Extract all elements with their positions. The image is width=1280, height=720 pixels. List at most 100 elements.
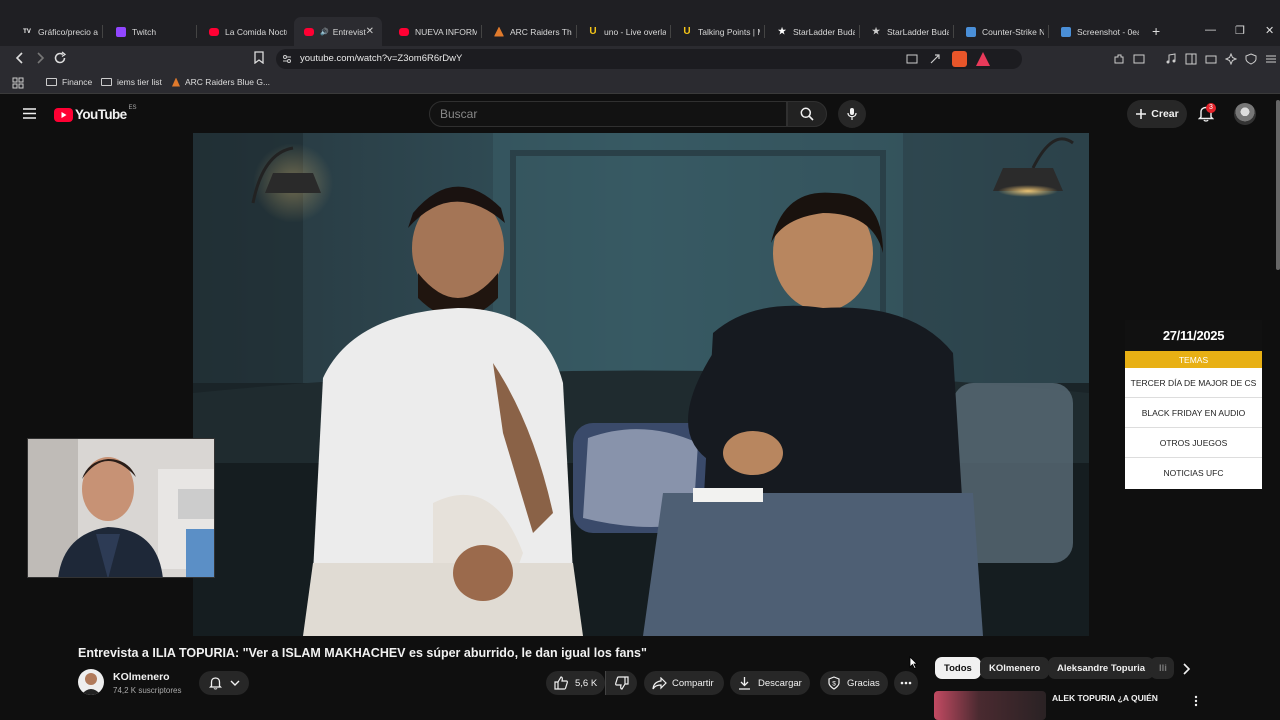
- chips-next-button[interactable]: [1178, 661, 1194, 682]
- create-button[interactable]: Crear: [1127, 100, 1187, 128]
- bookmark-arc-raiders[interactable]: ARC Raiders Blue G...: [172, 77, 270, 87]
- search-button[interactable]: [787, 101, 827, 127]
- bookmark-icon: [254, 51, 264, 65]
- starladder-icon: ★: [777, 26, 787, 36]
- bookmark-label: iems tier list: [117, 77, 162, 87]
- account-avatar[interactable]: [1234, 103, 1256, 125]
- chip-todos[interactable]: Todos: [935, 657, 981, 679]
- tab-audio-icon[interactable]: 🔊: [320, 28, 329, 36]
- browser-tab[interactable]: ★ StarLadder Budap: [861, 17, 949, 46]
- notifications-button[interactable]: 3: [1197, 103, 1216, 127]
- sidebar-icon[interactable]: [1185, 53, 1197, 65]
- chevron-down-icon: [230, 680, 239, 686]
- tab-title: Screenshot - 0ea: [1077, 26, 1139, 37]
- minimize-button[interactable]: —: [1205, 24, 1216, 36]
- address-bar-row: youtube.com/watch?v=Z3om6R6rDwY: [0, 46, 1280, 72]
- bookmark-iems-tier-list[interactable]: iems tier list: [101, 77, 162, 87]
- url-field[interactable]: youtube.com/watch?v=Z3om6R6rDwY: [276, 49, 1022, 69]
- like-count: 5,6 K: [575, 677, 598, 689]
- bookmark-label: ARC Raiders Blue G...: [185, 77, 271, 87]
- tradingview-icon: TV: [23, 28, 31, 35]
- starladder-icon: ★: [871, 26, 881, 36]
- share-page-icon[interactable]: [929, 53, 941, 65]
- tab-separator: [1048, 25, 1049, 38]
- thanks-button[interactable]: $ Gracias: [820, 671, 888, 695]
- chip-ili[interactable]: Ili: [1150, 657, 1174, 679]
- tab-separator: [953, 25, 954, 38]
- topic-item: NOTICIAS UFC: [1163, 468, 1224, 478]
- forward-button[interactable]: [34, 51, 46, 68]
- brave-rewards-icon[interactable]: [976, 52, 990, 66]
- chip-aleksandre-topuria[interactable]: Aleksandre Topuria: [1048, 657, 1154, 679]
- apps-grid-icon[interactable]: [12, 77, 24, 89]
- browser-tab[interactable]: 🔊Entrevista✕: [294, 17, 382, 46]
- stream-date: 27/11/2025: [1125, 320, 1262, 351]
- media-icon[interactable]: [1165, 53, 1177, 65]
- search-icon: [800, 107, 814, 121]
- recommendation-thumbnail[interactable]: [934, 691, 1046, 720]
- extensions-icon[interactable]: [1113, 53, 1125, 65]
- browser-tab[interactable]: La Comida Noctu: [199, 17, 287, 46]
- thanks-dollar-icon: $: [828, 676, 840, 690]
- wallet-icon[interactable]: [1205, 53, 1217, 65]
- back-button[interactable]: [14, 51, 26, 68]
- site-info-icon[interactable]: [282, 54, 292, 64]
- browser-tab[interactable]: Uuno - Live overlay: [578, 17, 666, 46]
- video-player[interactable]: [193, 133, 1089, 636]
- topics-header: TEMAS: [1125, 351, 1262, 368]
- browser-tab[interactable]: ARC Raiders The: [484, 17, 572, 46]
- channel-name[interactable]: KOlmenero: [113, 671, 170, 683]
- recommendation-menu-button[interactable]: [1194, 694, 1198, 712]
- tab-title: Gráfico/precio ac: [38, 26, 98, 37]
- like-button[interactable]: 5,6 K: [546, 671, 605, 695]
- browser-tab[interactable]: Twitch: [106, 17, 192, 46]
- browser-tab-bar: TV Gráfico/precio ac Twitch La Comida Noctu…: [0, 0, 1280, 46]
- video-title: Entrevista a ILIA TOPURIA: "Ver a ISLAM …: [78, 646, 647, 660]
- recommendation-title[interactable]: ALEK TOPURIA ¿A QUIÉN: [1052, 693, 1158, 703]
- bell-icon: [208, 677, 222, 690]
- maximize-button[interactable]: ❐: [1235, 24, 1245, 37]
- dislike-button[interactable]: [605, 671, 637, 695]
- reload-button[interactable]: [54, 51, 67, 68]
- youtube-icon: [304, 27, 314, 36]
- close-window-button[interactable]: ✕: [1265, 24, 1274, 37]
- share-button[interactable]: Compartir: [644, 671, 724, 695]
- brave-shield-icon[interactable]: [952, 51, 967, 67]
- tab-separator: [859, 25, 860, 38]
- chip-kolmenero[interactable]: KOlmenero: [980, 657, 1050, 679]
- channel-avatar[interactable]: [78, 669, 104, 695]
- browser-tab[interactable]: Screenshot - 0ea: [1051, 17, 1139, 46]
- close-tab-icon[interactable]: ✕: [366, 26, 374, 37]
- browser-tab[interactable]: ★ StarLadder Budap: [767, 17, 855, 46]
- download-button[interactable]: Descargar: [730, 671, 810, 695]
- share-label: Compartir: [672, 677, 714, 689]
- browser-tab[interactable]: U Talking Points | M: [672, 17, 760, 46]
- u-logo-icon: U: [683, 26, 691, 37]
- cast-icon[interactable]: [906, 54, 918, 64]
- subscriber-count: 74,2 K suscriptores: [113, 686, 182, 695]
- bookmark-page-button[interactable]: [254, 51, 264, 67]
- svg-text:$: $: [832, 681, 836, 688]
- video-frame: [193, 133, 1089, 636]
- menu-icon[interactable]: [1265, 53, 1277, 65]
- vpn-shield-icon[interactable]: [1245, 53, 1257, 65]
- tab-title: StarLadder Budap: [887, 26, 949, 37]
- plus-icon: [1136, 109, 1147, 119]
- leo-ai-icon[interactable]: [1225, 53, 1237, 65]
- browser-tab[interactable]: Counter-Strike Ne: [956, 17, 1044, 46]
- more-actions-button[interactable]: [894, 671, 918, 695]
- bookmark-finance[interactable]: Finance: [46, 77, 92, 87]
- search-input[interactable]: [440, 107, 770, 121]
- hamburger-menu-icon[interactable]: [23, 108, 36, 119]
- browser-tab[interactable]: TV Gráfico/precio ac: [12, 17, 98, 46]
- subscription-bell-button[interactable]: [199, 671, 249, 695]
- tab-separator: [196, 25, 197, 38]
- page-scrollbar[interactable]: [1276, 100, 1280, 270]
- tab-title: La Comida Noctu: [225, 26, 287, 37]
- new-tab-button[interactable]: +: [1152, 23, 1160, 39]
- webcam-overlay: [27, 438, 215, 578]
- voice-search-button[interactable]: [838, 100, 866, 128]
- browser-tab[interactable]: NUEVA INFORMA: [389, 17, 477, 46]
- youtube-logo[interactable]: YouTube ES: [54, 105, 137, 122]
- extension-box-icon[interactable]: [1133, 53, 1145, 65]
